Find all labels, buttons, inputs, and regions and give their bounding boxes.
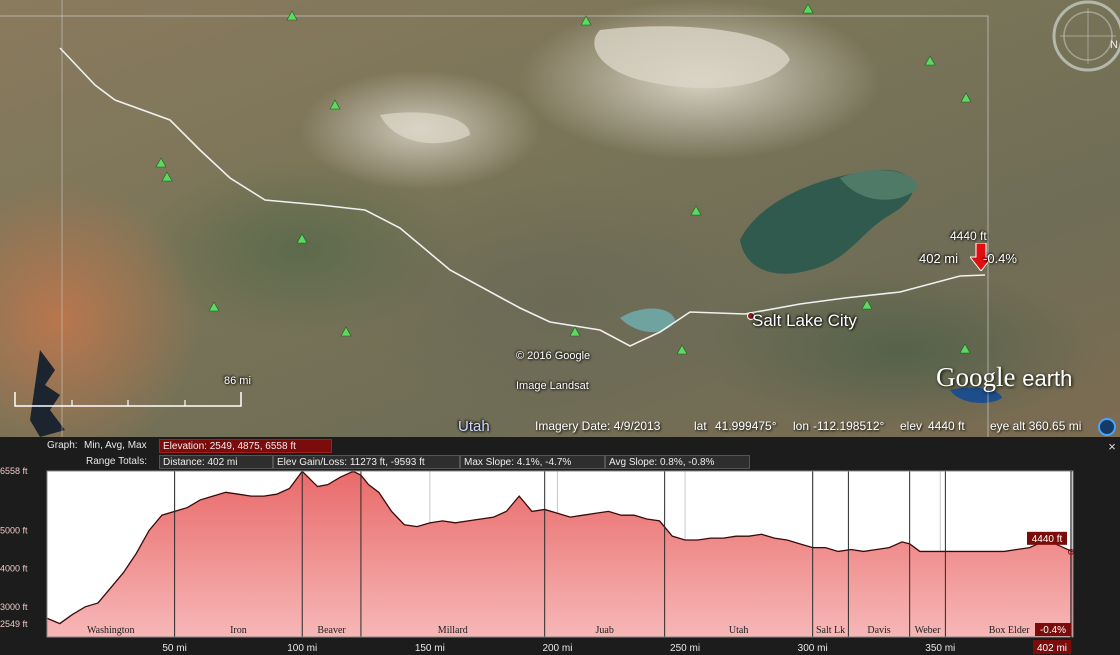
scale-label: 86 mi	[224, 375, 251, 387]
elevation-profile-panel: Graph: Min, Avg, Max Elevation: 2549, 48…	[0, 437, 1120, 655]
region-label: Washington	[87, 625, 135, 636]
region-label: Salt Lk	[816, 625, 845, 636]
x-tick-label: 150 mi	[415, 643, 445, 654]
logo-main: Google	[936, 362, 1016, 392]
region-label: Davis	[867, 625, 890, 636]
city-label[interactable]: Salt Lake City	[752, 311, 857, 331]
y-tick-label: 5000 ft	[0, 525, 28, 535]
x-tick-label: 350 mi	[925, 643, 955, 654]
x-tick-label: 50 mi	[162, 643, 186, 654]
marker-elevation: 4440 ft	[950, 229, 987, 243]
marker-distance: 402 mi	[919, 251, 959, 266]
y-tick-label: 3000 ft	[0, 602, 28, 612]
map-view[interactable]: Salt Lake City © 2016 Google Image Lands…	[0, 0, 1120, 437]
imagery-date: Imagery Date: 4/9/2013	[535, 419, 661, 433]
y-tick-label: 4000 ft	[0, 564, 28, 574]
graph-modes[interactable]: Min, Avg, Max	[84, 440, 147, 451]
cursor-distance: 402 mi	[1037, 643, 1067, 654]
lon-label: lon	[793, 419, 810, 433]
x-tick-label: 200 mi	[542, 643, 572, 654]
scale-bar	[14, 392, 242, 407]
lat-label: lat	[694, 419, 707, 433]
cursor-elevation: 4440 ft	[1032, 534, 1063, 545]
y-tick-label: 2549 ft	[0, 619, 28, 629]
range-totals-label: Range Totals:	[86, 456, 147, 467]
x-tick-label: 250 mi	[670, 643, 700, 654]
region-label: Weber	[915, 625, 942, 636]
elevation-chart[interactable]: 50 mi 100 mi 150 mi 200 mi 250 mi 300 mi 350 m…	[0, 467, 1120, 655]
lon-value: -112.198512°	[813, 419, 885, 433]
logo-sub: earth	[1022, 366, 1073, 391]
marker-slope: -0.4%	[983, 251, 1017, 266]
region-label: Beaver	[317, 625, 346, 636]
region-label: Utah	[729, 625, 748, 636]
region-label: Juab	[595, 625, 613, 636]
elev-label: elev	[900, 419, 923, 433]
google-earth-logo: Google earth	[936, 362, 1072, 393]
region-label: Millard	[438, 625, 468, 636]
elevation-summary[interactable]: Elevation: 2549, 4875, 6558 ft	[159, 439, 332, 453]
x-tick-label: 300 mi	[798, 643, 828, 654]
close-icon[interactable]: ×	[1106, 440, 1118, 453]
eye-alt: eye alt 360.65 mi	[990, 419, 1082, 433]
copyright-text: © 2016 Google	[516, 350, 591, 362]
elev-value: 4440 ft	[928, 419, 965, 433]
imagery-source-text: Image Landsat	[516, 380, 589, 392]
y-tick-label: 6558 ft	[0, 467, 28, 476]
x-tick-label: 100 mi	[287, 643, 317, 654]
compass-icon[interactable]: N	[1044, 0, 1120, 76]
region-label: Iron	[230, 625, 247, 636]
status-bar: Imagery Date: 4/9/2013 lat 41.999475° lo…	[530, 417, 1120, 435]
state-label: Utah	[458, 418, 490, 435]
cursor-slope: -0.4%	[1040, 625, 1066, 636]
region-label: Box Elder	[989, 625, 1030, 636]
help-icon[interactable]	[1098, 418, 1116, 436]
graph-label: Graph:	[47, 440, 78, 451]
lat-value: 41.999475°	[715, 419, 777, 433]
svg-text:N: N	[1110, 39, 1118, 51]
